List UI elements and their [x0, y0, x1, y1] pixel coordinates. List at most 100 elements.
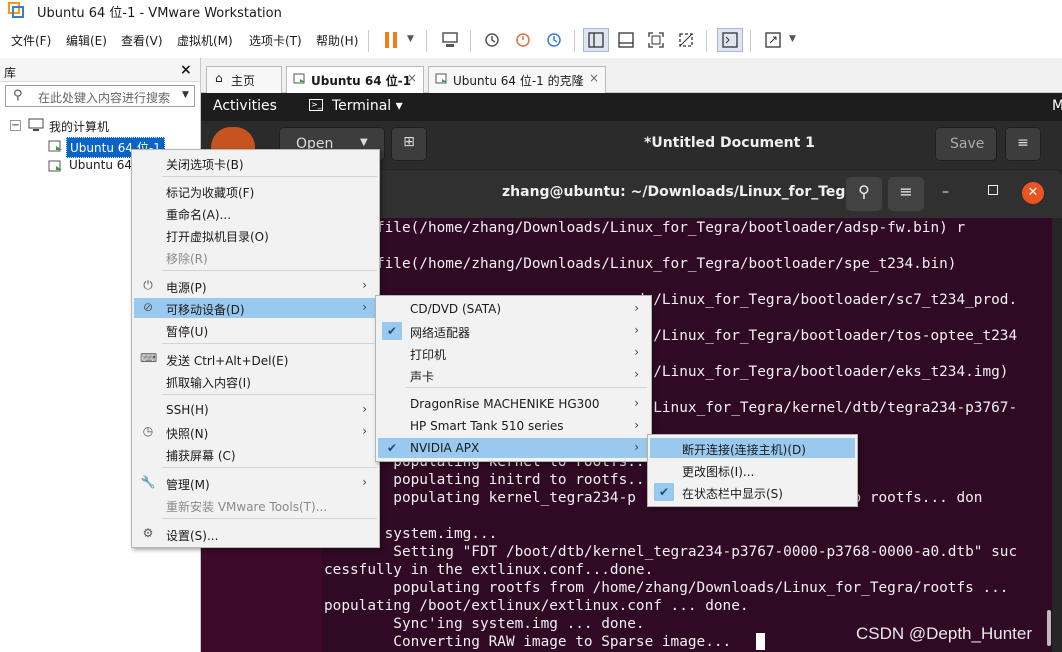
- menu-item-remove: 移除(R): [134, 247, 377, 267]
- menu-view[interactable]: 查看(V): [121, 32, 163, 49]
- pause-icon[interactable]: [378, 28, 404, 52]
- chevron-down-icon[interactable]: ▼: [407, 34, 414, 44]
- menu-item-rename[interactable]: 重命名(A)...: [134, 203, 377, 223]
- thumbnail-bar-icon[interactable]: [613, 28, 639, 52]
- search-icon[interactable]: ⚲: [846, 177, 882, 211]
- ubuntu-top-bar: Activities >_ Terminal ▾ M: [201, 93, 1062, 121]
- terminal-line: populating /boot/extlinux/extlinux.conf …: [324, 598, 749, 614]
- device-item-hp-smart-tank[interactable]: HP Smart Tank 510 series ›: [378, 416, 649, 436]
- menu-file[interactable]: 文件(F): [11, 32, 51, 49]
- menu-item-label: SSH(H): [166, 403, 209, 417]
- close-icon[interactable]: ✕: [1022, 182, 1044, 204]
- menu-item-snapshot[interactable]: ◷ 快照(N) ›: [134, 422, 377, 442]
- maximize-icon[interactable]: [988, 185, 998, 195]
- menu-item-settings[interactable]: ⚙ 设置(S)...: [134, 524, 377, 544]
- menu-item-capture-screen[interactable]: 捕获屏幕 (C): [134, 444, 377, 464]
- menu-help[interactable]: 帮助(H): [316, 32, 358, 49]
- chevron-right-icon: ›: [362, 424, 367, 438]
- tab-ubuntu-clone-label: Ubuntu 64 位-1 的克隆: [453, 74, 584, 88]
- menu-item-send-ctrl-alt-del[interactable]: ⌨ 发送 Ctrl+Alt+Del(E): [134, 349, 377, 369]
- menu-item-label: 打开虚拟机目录(O): [166, 230, 269, 244]
- menu-item-show-in-status-bar[interactable]: ✔ 在状态栏中显示(S): [650, 482, 855, 502]
- chevron-down-icon[interactable]: ▼: [789, 34, 796, 44]
- chevron-down-icon[interactable]: ▼: [182, 90, 189, 100]
- chevron-right-icon: ›: [362, 300, 367, 314]
- device-item-network-adapter[interactable]: ✔ 网络适配器 ›: [378, 321, 649, 341]
- menu-item-power[interactable]: ⏻ 电源(P) ›: [134, 276, 377, 296]
- menu-item-pause[interactable]: 暂停(U): [134, 320, 377, 340]
- vm-icon: [48, 140, 62, 152]
- menu-edit[interactable]: 编辑(E): [66, 32, 107, 49]
- menu-separator: [162, 394, 377, 395]
- menu-vm[interactable]: 虚拟机(M): [177, 32, 233, 49]
- send-ctrl-alt-del-icon[interactable]: [437, 28, 463, 52]
- removable-devices-submenu: CD/DVD (SATA) › ✔ 网络适配器 › 打印机 › 声卡 › DragonRise M…: [375, 295, 652, 462]
- terminal-app-menu[interactable]: Terminal ▾: [332, 98, 403, 114]
- unity-mode-icon[interactable]: [673, 28, 699, 52]
- menu-item-reinstall-vmware-tools: 重新安装 VMware Tools(T)...: [134, 495, 377, 515]
- chevron-right-icon: ›: [362, 402, 367, 416]
- device-item-printer[interactable]: 打印机 ›: [378, 343, 649, 363]
- terminal-scrollbar[interactable]: [1047, 610, 1051, 646]
- chevron-right-icon: ›: [362, 278, 367, 292]
- terminal-title: zhang@ubuntu: ~/Downloads/Linux_for_Tegr…: [502, 184, 862, 200]
- menu-item-manage[interactable]: 🔧 管理(M) ›: [134, 473, 377, 493]
- menu-item-label: 重新安装 VMware Tools(T)...: [166, 500, 328, 514]
- hamburger-menu-icon[interactable]: ≡: [1005, 127, 1041, 161]
- tree-root-my-computer[interactable]: 我的计算机: [49, 118, 109, 135]
- device-item-cd-dvd[interactable]: CD/DVD (SATA) ›: [378, 299, 649, 319]
- revert-snapshot-icon[interactable]: [510, 28, 536, 52]
- settings-icon: ⚙: [142, 526, 154, 540]
- device-item-nvidia-apx[interactable]: ✔ NVIDIA APX ›: [378, 438, 649, 458]
- menu-item-label: 在状态栏中显示(S): [682, 487, 783, 501]
- tab-ubuntu-clone[interactable]: Ubuntu 64 位-1 的克隆 ×: [428, 66, 606, 93]
- stretch-guest-icon[interactable]: [760, 28, 786, 52]
- hamburger-menu-icon[interactable]: ≡: [888, 177, 924, 211]
- menu-tabs[interactable]: 选项卡(T): [249, 32, 302, 49]
- computer-icon: [28, 118, 44, 131]
- menu-item-label: 捕获屏幕 (C): [166, 449, 236, 463]
- chevron-right-icon: ›: [362, 475, 367, 489]
- menu-item-label: 暂停(U): [166, 325, 209, 339]
- tree-collapse-icon[interactable]: −: [10, 120, 21, 131]
- menu-item-label: 发送 Ctrl+Alt+Del(E): [166, 354, 289, 368]
- snapshot-manager-icon[interactable]: [541, 28, 567, 52]
- tab-ubuntu-1-label: Ubuntu 64 位-1: [311, 74, 412, 88]
- new-document-icon[interactable]: ⊞: [391, 127, 427, 161]
- chevron-down-icon[interactable]: ▼: [360, 137, 368, 148]
- menu-item-grab-input[interactable]: 抓取输入内容(I): [134, 371, 377, 391]
- menu-item-removable-devices[interactable]: ⊘ 可移动设备(D) ›: [134, 298, 377, 318]
- terminal-line: ng spefile(/home/zhang/Downloads/Linux_f…: [324, 256, 957, 272]
- close-icon[interactable]: ×: [407, 71, 417, 85]
- full-screen-icon[interactable]: [643, 28, 669, 52]
- menu-item-disconnect[interactable]: 断开连接(连接主机)(D): [650, 438, 855, 458]
- minimize-icon[interactable]: –: [942, 184, 949, 200]
- snapshot-icon[interactable]: [479, 28, 505, 52]
- device-item-sound-card[interactable]: 声卡 ›: [378, 365, 649, 385]
- library-close-button[interactable]: ×: [180, 62, 192, 78]
- menu-item-change-icon[interactable]: 更改图标(I)...: [650, 460, 855, 480]
- vm-icon: [435, 73, 447, 84]
- activities-button[interactable]: Activities: [213, 98, 277, 114]
- close-icon[interactable]: ×: [589, 71, 599, 85]
- device-item-dragonrise[interactable]: DragonRise MACHENIKE HG300 ›: [378, 394, 649, 414]
- vmware-logo-icon: [8, 2, 24, 18]
- tab-ubuntu-1[interactable]: Ubuntu 64 位-1 ×: [286, 66, 424, 93]
- menu-item-label: 抓取输入内容(I): [166, 376, 251, 390]
- menu-item-ssh[interactable]: SSH(H) ›: [134, 400, 377, 420]
- console-view-icon[interactable]: [717, 28, 743, 52]
- wrench-icon: 🔧: [140, 475, 156, 489]
- library-search-input[interactable]: ⚲ 在此处键入内容进行搜索 ▼: [5, 85, 195, 107]
- menu-item-label: 重命名(A)...: [166, 208, 232, 222]
- save-button[interactable]: Save: [935, 127, 997, 161]
- tab-home[interactable]: ⌂ 主页: [206, 66, 282, 93]
- menu-item-open-vm-directory[interactable]: 打开虚拟机目录(O): [134, 225, 377, 245]
- chevron-right-icon: ›: [634, 418, 639, 432]
- show-library-icon[interactable]: [583, 28, 609, 52]
- tree-item-vm-2[interactable]: Ubuntu 64: [69, 158, 132, 172]
- menu-item-add-favorite[interactable]: 标记为收藏项(F): [134, 181, 377, 201]
- home-icon: ⌂: [215, 71, 223, 85]
- menu-item-close-tab[interactable]: 关闭选项卡(B): [134, 153, 377, 173]
- chevron-right-icon: ›: [634, 323, 639, 337]
- watermark: CSDN @Depth_Hunter: [856, 624, 1032, 643]
